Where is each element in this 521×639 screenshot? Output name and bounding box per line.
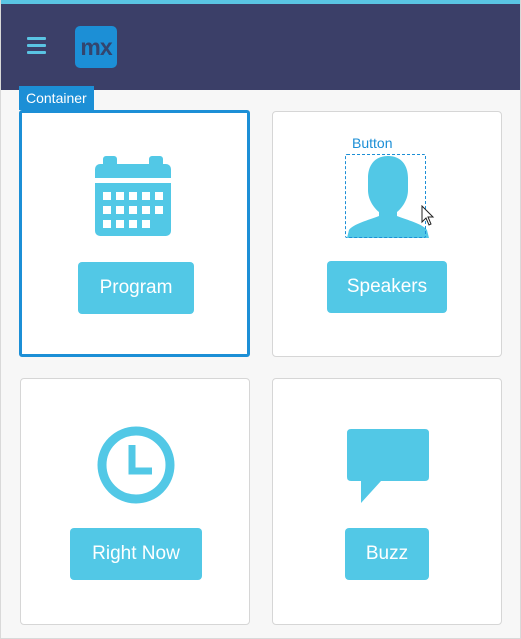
button-hover-outline[interactable]: [345, 154, 426, 238]
tile-right-now[interactable]: Right Now: [20, 378, 250, 625]
app-frame: mx Program Speakers Right Now Buzz Conta…: [0, 0, 521, 639]
speech-bubble-icon: [347, 429, 429, 503]
right-now-button[interactable]: Right Now: [70, 528, 202, 580]
hamburger-menu-icon[interactable]: [27, 37, 47, 55]
app-header: mx: [1, 4, 520, 90]
app-logo: mx: [75, 26, 117, 68]
speakers-button[interactable]: Speakers: [327, 261, 447, 313]
buzz-button[interactable]: Buzz: [345, 528, 429, 580]
clock-icon: [97, 426, 175, 504]
tile-program[interactable]: Program: [19, 110, 250, 357]
mouse-cursor-icon: [421, 205, 435, 226]
calendar-icon: [95, 156, 171, 236]
container-selection-tag: Container: [19, 86, 94, 110]
tile-buzz[interactable]: Buzz: [272, 378, 502, 625]
program-button[interactable]: Program: [78, 262, 194, 314]
button-hover-label: Button: [352, 135, 393, 151]
